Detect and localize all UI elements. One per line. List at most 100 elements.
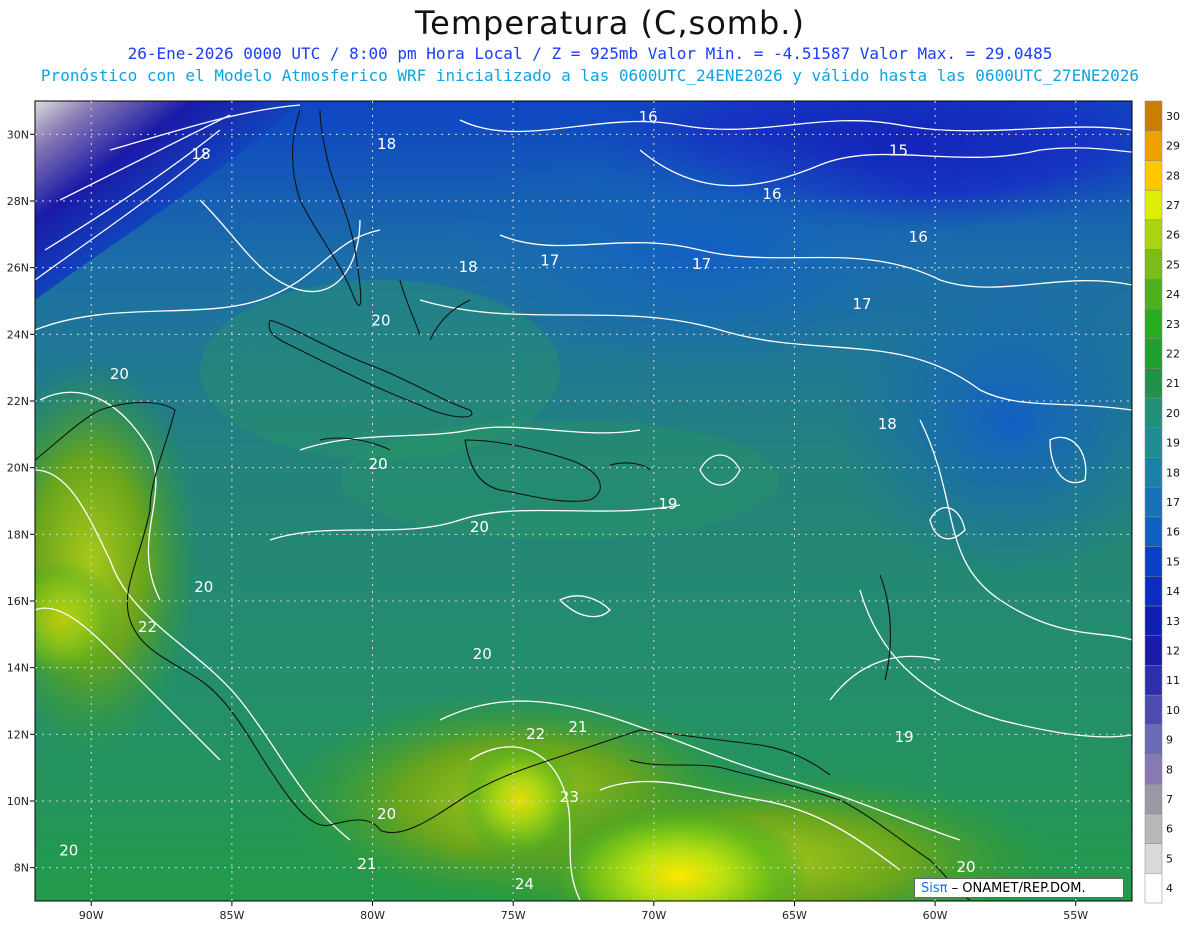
contour-label: 16: [639, 108, 658, 126]
colorbar-swatch: [1144, 308, 1163, 339]
colorbar-label: 17: [1166, 496, 1180, 509]
colorbar-swatch: [1144, 576, 1163, 607]
contour-label: 20: [377, 805, 396, 823]
colorbar-swatch: [1144, 368, 1163, 399]
colorbar-swatch: [1144, 813, 1163, 844]
contour-label: 23: [560, 788, 579, 806]
colorbar-label: 7: [1166, 793, 1173, 806]
colorbar-swatch: [1144, 843, 1163, 874]
contour-label: 22: [138, 618, 157, 636]
colorbar-swatch: [1144, 486, 1163, 518]
colorbar-swatch: [1144, 635, 1163, 666]
lon-tick-label: 70W: [641, 909, 666, 922]
colorbar-label: 21: [1166, 377, 1180, 390]
colorbar-swatch: [1144, 605, 1163, 636]
lat-tick-label: 26N: [7, 262, 29, 275]
shaded-field: [35, 101, 1132, 901]
colorbar-label: 19: [1166, 437, 1180, 450]
colorbar-label: 20: [1166, 407, 1180, 420]
lat-tick-label: 24N: [7, 328, 29, 341]
contour-label: 18: [191, 145, 210, 163]
contour-label: 20: [470, 518, 489, 536]
colorbar-swatch: [1144, 427, 1163, 458]
lat-tick-label: 10N: [7, 795, 29, 808]
colorbar-swatch: [1144, 278, 1163, 310]
contour-label: 18: [459, 258, 478, 276]
contour-label: 19: [895, 728, 914, 746]
lon-tick-label: 75W: [501, 909, 526, 922]
contour-label: 21: [357, 855, 376, 873]
colorbar-label: 18: [1166, 466, 1180, 479]
contour-label: 17: [540, 252, 559, 270]
contour-label: 16: [762, 185, 781, 203]
colorbar-label: 12: [1166, 645, 1180, 658]
contour-label: 17: [852, 295, 871, 313]
contour-label: 17: [692, 255, 711, 273]
colorbar-swatch: [1144, 100, 1163, 131]
lat-tick-label: 12N: [7, 728, 29, 741]
colorbar-swatch: [1144, 665, 1163, 696]
colorbar-swatch: [1144, 516, 1163, 547]
colorbar-swatch: [1144, 873, 1163, 904]
lon-tick-label: 85W: [219, 909, 244, 922]
contour-label: 18: [377, 135, 396, 153]
credit-text: – ONAMET/REP.DOM.: [947, 881, 1086, 896]
colorbar-swatch: [1144, 219, 1163, 250]
contour-label: 20: [956, 858, 975, 876]
contour-label: 20: [110, 365, 129, 383]
colorbar-label: 23: [1166, 318, 1180, 331]
colorbar-swatch: [1144, 754, 1163, 785]
colorbar-label: 30: [1166, 110, 1180, 123]
colorbar-swatch: [1144, 783, 1163, 815]
lon-tick-label: 90W: [79, 909, 104, 922]
colorbar-label: 6: [1166, 823, 1173, 836]
colorbar-label: 16: [1166, 526, 1180, 539]
colorbar-label: 27: [1166, 199, 1180, 212]
lat-tick-label: 22N: [7, 395, 29, 408]
lon-tick-label: 65W: [782, 909, 807, 922]
lat-tick-label: 20N: [7, 462, 29, 475]
colorbar-label: 9: [1166, 734, 1173, 747]
colorbar-swatch: [1144, 338, 1163, 369]
lat-tick-label: 14N: [7, 662, 29, 675]
lon-tick-label: 60W: [923, 909, 948, 922]
colorbar-swatch: [1144, 694, 1163, 726]
colorbar-label: 29: [1166, 140, 1180, 153]
colorbar-swatch: [1144, 457, 1163, 488]
contour-label: 20: [371, 312, 390, 330]
colorbar-label: 14: [1166, 585, 1180, 598]
contour-label: 19: [658, 495, 677, 513]
colorbar-swatch: [1144, 546, 1163, 577]
colorbar-label: 25: [1166, 258, 1180, 271]
colorbar: 4 5 6 7 8 9 10 11 12 13 14 15 16 17 18 19 20 21 22 23 24 25 26…: [1144, 100, 1180, 904]
colorbar-label: 15: [1166, 555, 1180, 568]
colorbar-swatch: [1144, 160, 1163, 191]
contour-label: 20: [194, 578, 213, 596]
contour-label: 21: [568, 718, 587, 736]
colorbar-label: 13: [1166, 615, 1180, 628]
lat-tick-label: 28N: [7, 195, 29, 208]
colorbar-swatch: [1144, 130, 1163, 161]
colorbar-swatch: [1144, 249, 1163, 280]
colorbar-label: 5: [1166, 852, 1173, 865]
contour-label: 24: [515, 875, 534, 893]
contour-label: 15: [889, 142, 908, 160]
contour-label: 20: [473, 645, 492, 663]
colorbar-label: 8: [1166, 763, 1173, 776]
colorbar-label: 22: [1166, 347, 1180, 360]
colorbar-swatch: [1144, 397, 1163, 428]
contour-label: 20: [369, 455, 388, 473]
lon-tick-label: 80W: [360, 909, 385, 922]
colorbar-swatch: [1144, 189, 1163, 221]
colorbar-label: 26: [1166, 229, 1180, 242]
lat-tick-label: 8N: [14, 862, 29, 875]
colorbar-label: 24: [1166, 288, 1180, 301]
colorbar-label: 4: [1166, 882, 1173, 895]
colorbar-swatch: [1144, 724, 1163, 755]
lat-tick-label: 16N: [7, 595, 29, 608]
contour-label: 20: [59, 842, 78, 860]
colorbar-label: 28: [1166, 169, 1180, 182]
temperature-map: 90W 85W 80W 75W 70W 65W 60W 55W 8N 10N 12N 14N 16N 18…: [7, 100, 1180, 922]
lat-tick-label: 18N: [7, 528, 29, 541]
contour-label: 22: [526, 725, 545, 743]
